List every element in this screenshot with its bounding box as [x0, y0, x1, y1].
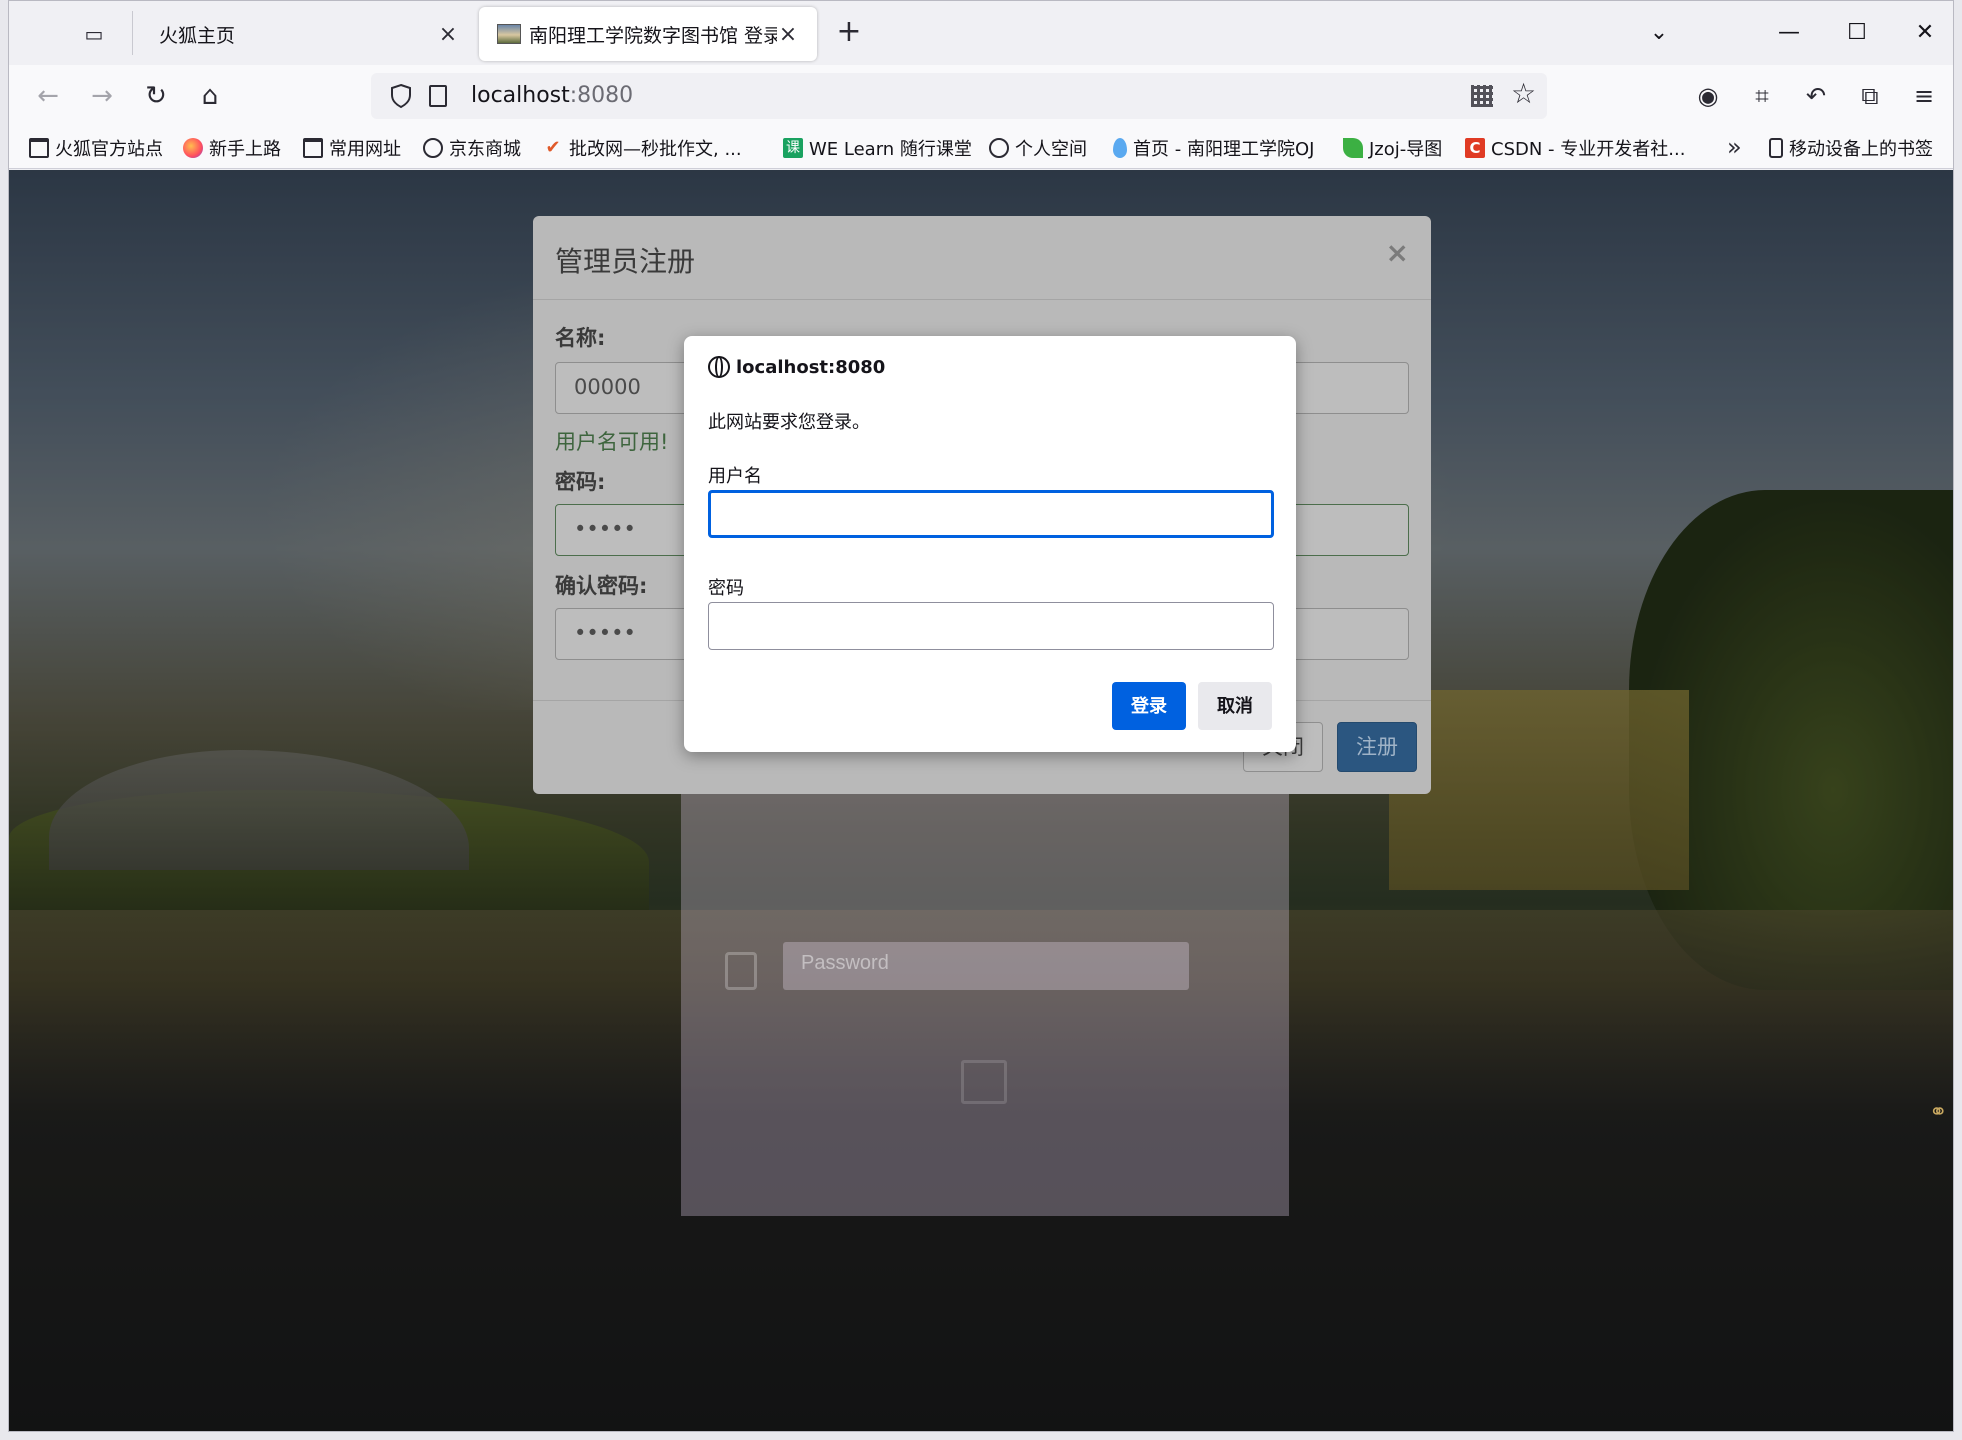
link-icon[interactable]: ⚭ — [1929, 1100, 1947, 1125]
folder-icon — [29, 138, 49, 158]
tab-close-icon[interactable]: × — [437, 22, 459, 47]
cancel-button[interactable]: 取消 — [1198, 682, 1272, 730]
password-input[interactable] — [708, 602, 1274, 650]
leaf-icon — [1343, 138, 1363, 158]
minimize-icon[interactable]: — — [1769, 15, 1809, 51]
globe-icon — [423, 138, 443, 158]
bookmark-item[interactable]: 个人空间 — [989, 135, 1087, 161]
login-card: Password — [681, 782, 1289, 1216]
bookmark-item[interactable]: 火狐官方站点 — [29, 135, 163, 161]
tab-title: 火狐主页 — [159, 24, 236, 47]
extensions-icon[interactable]: ⧉ — [1851, 77, 1889, 115]
home-icon[interactable]: ⌂ — [191, 77, 229, 115]
lock-icon — [725, 952, 757, 990]
reload-icon[interactable]: ↻ — [137, 77, 175, 115]
tab-list-icon[interactable]: ▭ — [79, 19, 109, 49]
drop-icon — [1113, 138, 1127, 158]
new-tab-icon[interactable]: + — [831, 15, 867, 51]
bookmark-item[interactable]: Jzoj-导图 — [1343, 135, 1442, 161]
account-icon[interactable]: ◉ — [1689, 77, 1727, 115]
tab-close-icon[interactable]: × — [777, 22, 799, 47]
tab-library-login[interactable]: 南阳理工学院数字图书馆 登录 × — [479, 7, 817, 61]
auth-dialog: localhost:8080 此网站要求您登录。 用户名 密码 登录 取消 — [684, 336, 1296, 752]
bookmarks-overflow-icon[interactable]: » — [1727, 133, 1742, 161]
url-text[interactable]: localhost:8080 — [471, 83, 633, 108]
page-viewport: Password 管理员注册 × 名称: 00000 用户名可用! 密码: ••… — [9, 170, 1953, 1431]
modal-header: 管理员注册 × — [533, 216, 1431, 300]
tab-overflow-chevron-icon[interactable]: ⌄ — [1639, 15, 1679, 51]
csdn-icon: C — [1465, 138, 1485, 158]
register-button[interactable]: 注册 — [1337, 722, 1417, 772]
modal-close-icon[interactable]: × — [1386, 236, 1409, 269]
forward-icon[interactable]: → — [83, 77, 121, 115]
login-button[interactable]: 登录 — [1112, 682, 1186, 730]
bookmark-star-icon[interactable]: ☆ — [1511, 77, 1536, 110]
bookmark-item[interactable]: 移动设备上的书签 — [1769, 135, 1933, 161]
auth-origin: localhost:8080 — [708, 356, 885, 378]
bookmark-item[interactable]: C CSDN - 专业开发者社... — [1465, 135, 1685, 161]
menu-icon[interactable]: ≡ — [1905, 77, 1943, 115]
screenshot-crop-icon[interactable]: ⌗ — [1743, 77, 1781, 115]
bookmarks-toolbar: 火狐官方站点 新手上路 常用网址 京东商城 ✔ 批改网—秒批作文, ... 课 WE… — [9, 127, 1953, 169]
confirm-password-label: 确认密码: — [555, 574, 648, 598]
modal-title: 管理员注册 — [555, 245, 696, 278]
bookmark-item[interactable]: 首页 - 南阳理工学院OJ — [1113, 135, 1314, 161]
check-icon: ✔ — [545, 137, 561, 158]
bookmark-item[interactable]: 京东商城 — [423, 135, 521, 161]
shield-icon[interactable] — [389, 83, 413, 109]
maximize-icon[interactable]: ☐ — [1837, 15, 1877, 51]
folder-icon — [303, 138, 323, 158]
tab-separator — [132, 11, 133, 55]
tab-bar: ▭ 火狐主页 × 南阳理工学院数字图书馆 登录 × + ⌄ — ☐ ✕ — [9, 1, 1953, 65]
bookmark-item[interactable]: 新手上路 — [183, 135, 281, 161]
auth-message: 此网站要求您登录。 — [708, 412, 870, 433]
password-label: 密码 — [708, 578, 744, 599]
login-password-input[interactable]: Password — [783, 942, 1189, 990]
browser-window: ▭ 火狐主页 × 南阳理工学院数字图书馆 登录 × + ⌄ — ☐ ✕ ← → … — [8, 0, 1954, 1432]
username-label: 用户名 — [708, 466, 762, 487]
back-icon[interactable]: ← — [29, 77, 67, 115]
username-input[interactable] — [708, 490, 1274, 538]
url-bar[interactable]: localhost:8080 ☆ — [371, 73, 1547, 119]
auth-origin-text: localhost:8080 — [736, 356, 886, 378]
tab-title: 南阳理工学院数字图书馆 登录 — [529, 24, 777, 47]
password-label: 密码: — [555, 470, 606, 494]
site-favicon-icon — [497, 24, 521, 44]
name-label: 名称: — [555, 326, 606, 350]
tab-home[interactable]: 火狐主页 × — [141, 7, 477, 61]
navigation-bar: ← → ↻ ⌂ localhost:8080 ☆ ◉ ⌗ ↶ ⧉ ≡ — [9, 65, 1953, 127]
phone-icon — [1769, 138, 1783, 158]
globe-icon — [708, 356, 730, 378]
bookmark-item[interactable]: 常用网址 — [303, 135, 401, 161]
firefox-icon — [183, 138, 203, 158]
ke-icon: 课 — [783, 138, 803, 158]
window-close-icon[interactable]: ✕ — [1905, 15, 1945, 51]
name-available-message: 用户名可用! — [555, 430, 669, 454]
qr-code-icon[interactable] — [1471, 85, 1493, 107]
page-info-icon[interactable] — [429, 85, 447, 107]
globe-icon — [989, 138, 1009, 158]
undo-icon[interactable]: ↶ — [1797, 77, 1835, 115]
bookmark-item[interactable]: 课 WE Learn 随行课堂 — [783, 135, 972, 161]
bookmark-item[interactable]: ✔ 批改网—秒批作文, ... — [543, 135, 741, 161]
sign-in-icon[interactable] — [961, 1060, 1007, 1104]
